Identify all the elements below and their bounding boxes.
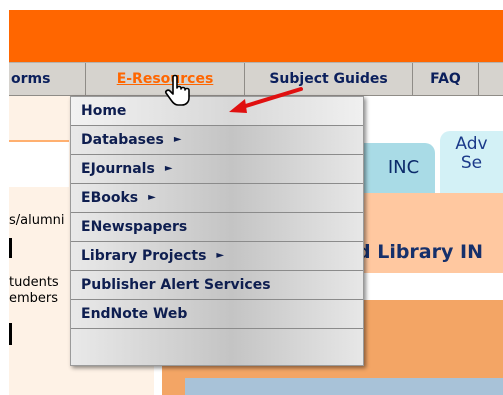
menu-item-label: Library Projects: [81, 248, 207, 264]
e-resources-dropdown-menu: Home Databases ► EJournals ► EBooks ► ENews…: [70, 96, 364, 366]
menu-item-home[interactable]: Home: [71, 97, 363, 126]
header-banner: [9, 10, 503, 62]
menu-item-label: Home: [81, 103, 127, 119]
menu-item-library-projects[interactable]: Library Projects ►: [71, 242, 363, 271]
menu-item-label: Publisher Alert Services: [81, 277, 271, 293]
section-heading: d Library IN: [357, 241, 483, 263]
menu-item-enewspapers[interactable]: ENewspapers: [71, 213, 363, 242]
nav-item-forms[interactable]: orms: [9, 63, 86, 95]
content-inner-panel: [185, 378, 503, 395]
sidebar-header-strip: [9, 140, 69, 187]
menu-item-endnote-web[interactable]: EndNote Web: [71, 300, 363, 329]
menu-item-publisher-alert-services[interactable]: Publisher Alert Services: [71, 271, 363, 300]
nav-item-faq[interactable]: FAQ: [413, 63, 479, 95]
menu-item-label: EJournals: [81, 161, 155, 177]
menu-item-label: EndNote Web: [81, 306, 188, 322]
menu-item-label: EBooks: [81, 190, 139, 206]
tab-inc-label: INC: [387, 157, 420, 178]
sidebar-alumni-link[interactable]: s/alumni: [9, 213, 65, 228]
tab-adv-line1: Adv: [455, 134, 488, 154]
red-arrow-icon: [229, 87, 303, 113]
submenu-arrow-icon: ►: [148, 192, 156, 203]
sidebar-divider-2: [9, 323, 12, 345]
submenu-arrow-icon: ►: [164, 163, 173, 174]
tab-advanced-search[interactable]: Adv Se: [440, 131, 503, 193]
hand-pointer-icon: [165, 74, 190, 106]
tab-adv-line2: Se: [460, 153, 483, 173]
menu-item-databases[interactable]: Databases ►: [71, 126, 363, 155]
menu-item-ebooks[interactable]: EBooks ►: [71, 184, 363, 213]
submenu-arrow-icon: ►: [173, 134, 182, 145]
sidebar-students-link[interactable]: tudents: [9, 275, 59, 290]
submenu-arrow-icon: ►: [216, 250, 225, 261]
menu-item-label: ENewspapers: [81, 219, 188, 235]
menu-item-ejournals[interactable]: EJournals ►: [71, 155, 363, 184]
sidebar-members-link[interactable]: embers: [9, 291, 58, 306]
menu-item-label: Databases: [81, 132, 164, 148]
sidebar-divider: [9, 238, 12, 258]
